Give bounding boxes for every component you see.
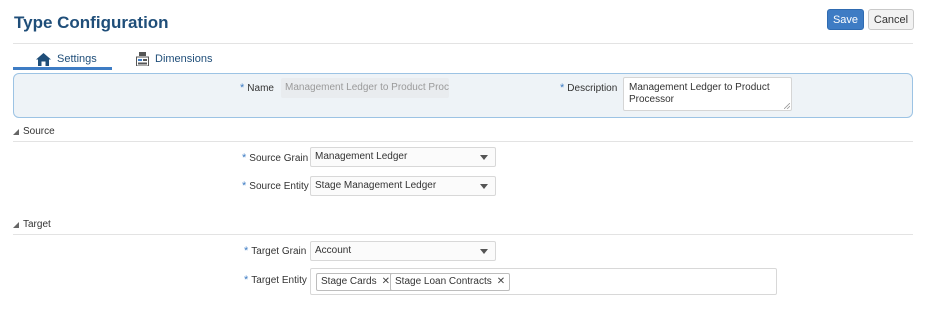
- entity-chip-label: Stage Cards: [321, 276, 377, 287]
- save-button[interactable]: Save: [827, 9, 864, 30]
- remove-chip-icon[interactable]: ✕: [497, 274, 505, 290]
- description-value: Management Ledger to Product Processor: [629, 82, 770, 105]
- chevron-down-icon: [480, 249, 488, 254]
- collapse-triangle-icon: [13, 221, 19, 228]
- target-grain-label-wrap: * Target Grain: [244, 245, 306, 257]
- source-grain-label: Source Grain: [249, 153, 309, 164]
- source-divider: [13, 141, 913, 142]
- home-icon: [36, 52, 51, 66]
- target-entity-label-wrap: * Target Entity: [244, 274, 307, 286]
- source-grain-select[interactable]: Management Ledger: [310, 147, 496, 167]
- required-marker: *: [242, 152, 247, 164]
- source-entity-label-wrap: * Source Entity: [242, 180, 309, 192]
- cancel-button[interactable]: Cancel: [868, 9, 914, 30]
- collapse-triangle-icon: [13, 128, 19, 135]
- active-tab-indicator: [13, 67, 112, 70]
- header-divider: [13, 43, 913, 44]
- name-field[interactable]: Management Ledger to Product Proces: [281, 78, 449, 98]
- tab-dimensions-label: Dimensions: [155, 53, 213, 65]
- dimensions-icon: [136, 52, 149, 66]
- required-marker: *: [244, 245, 249, 257]
- required-marker: *: [560, 82, 565, 94]
- description-field[interactable]: Management Ledger to Product Processor: [623, 77, 792, 111]
- name-label: Name: [247, 83, 274, 94]
- target-grain-select[interactable]: Account: [310, 241, 496, 261]
- description-label: Description: [567, 83, 618, 94]
- tab-dimensions[interactable]: Dimensions: [136, 48, 212, 70]
- chevron-down-icon: [480, 184, 488, 189]
- source-section-toggle[interactable]: Source: [13, 126, 55, 137]
- required-marker: *: [242, 180, 247, 192]
- description-label-wrap: * Description: [560, 82, 617, 94]
- required-marker: *: [240, 82, 245, 94]
- target-grain-value: Account: [315, 245, 352, 256]
- target-entity-multiselect[interactable]: Stage Cards ✕ Stage Loan Contracts ✕: [310, 268, 777, 295]
- entity-chip: Stage Loan Contracts ✕: [390, 273, 511, 291]
- page-title: Type Configuration: [14, 13, 169, 32]
- resize-handle-icon[interactable]: [784, 103, 790, 109]
- target-section-toggle[interactable]: Target: [13, 219, 51, 230]
- required-marker: *: [244, 274, 249, 286]
- source-grain-label-wrap: * Source Grain: [242, 152, 308, 164]
- target-grain-label: Target Grain: [251, 246, 307, 257]
- chevron-down-icon: [480, 155, 488, 160]
- entity-chip-label: Stage Loan Contracts: [395, 276, 492, 287]
- name-label-wrap: * Name: [240, 82, 274, 94]
- entity-chip: Stage Cards ✕: [316, 273, 395, 291]
- source-entity-select[interactable]: Stage Management Ledger: [310, 176, 496, 196]
- source-entity-label: Source Entity: [249, 181, 309, 192]
- target-heading: Target: [23, 219, 51, 230]
- source-heading: Source: [23, 126, 55, 137]
- source-entity-value: Stage Management Ledger: [315, 180, 437, 191]
- tab-settings-label: Settings: [57, 53, 97, 65]
- target-entity-label: Target Entity: [251, 275, 307, 286]
- target-divider: [13, 234, 913, 235]
- remove-chip-icon[interactable]: ✕: [382, 274, 390, 290]
- source-grain-value: Management Ledger: [315, 151, 408, 162]
